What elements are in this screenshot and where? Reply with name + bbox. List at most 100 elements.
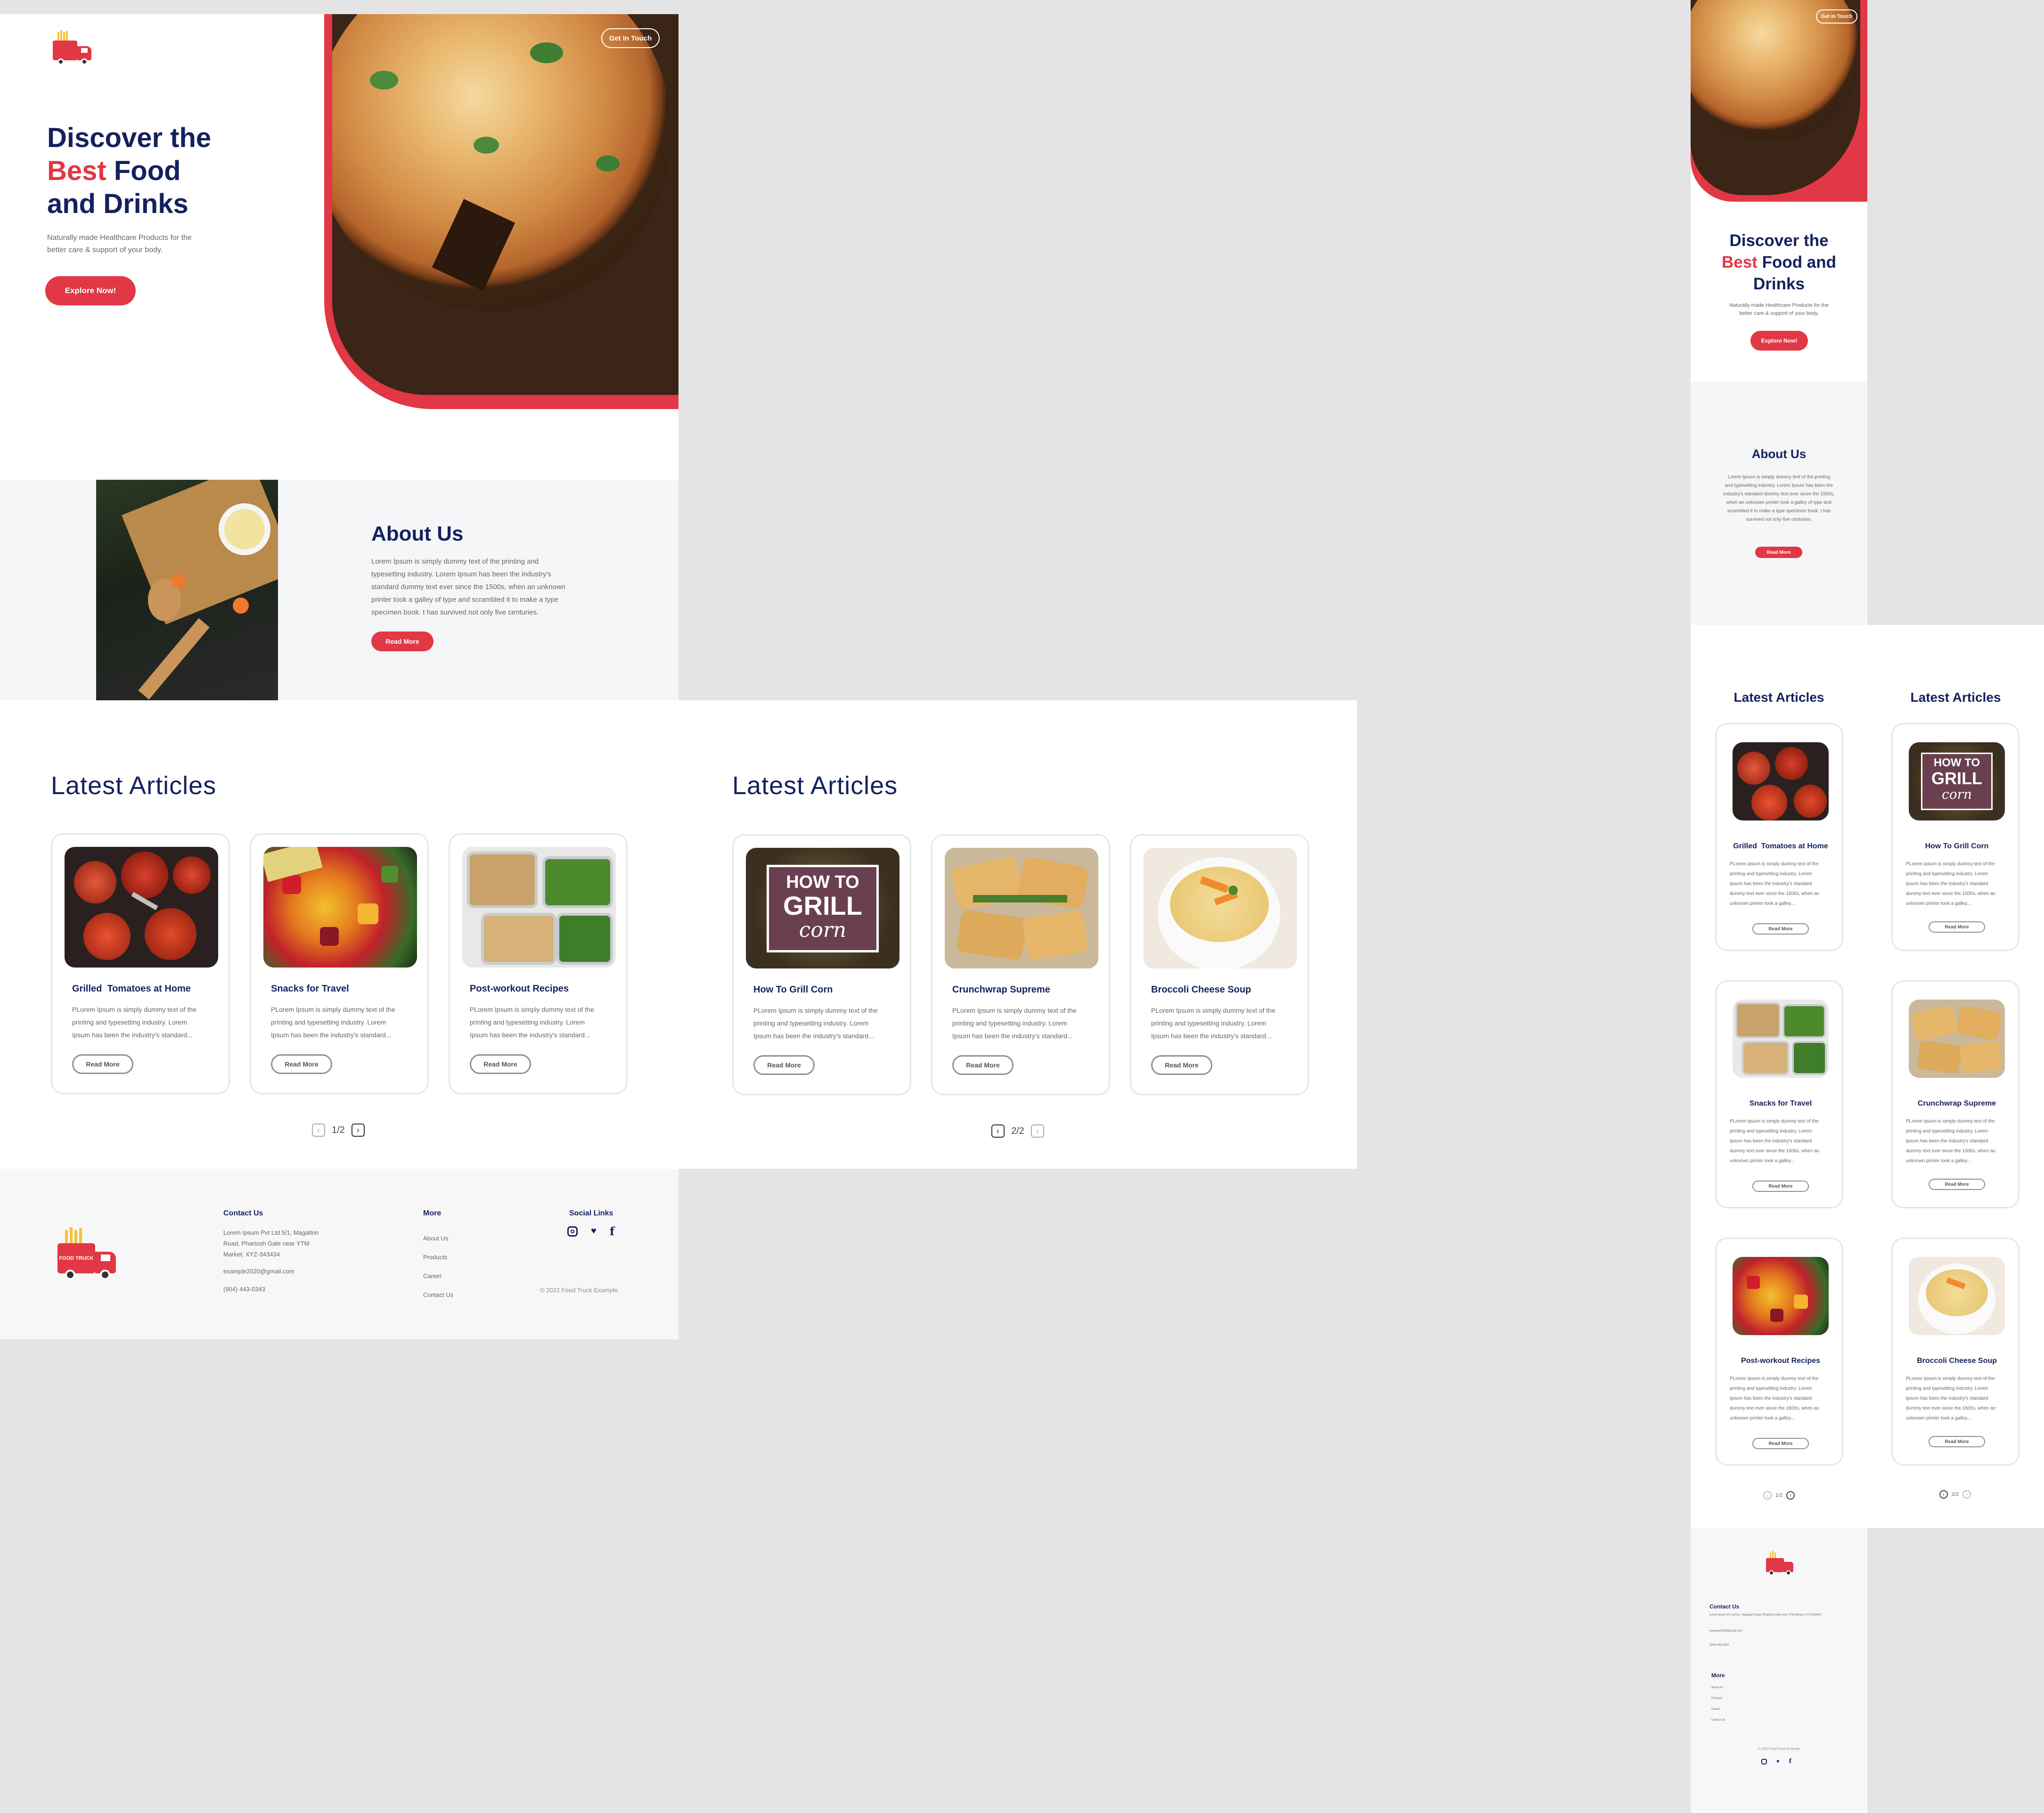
- mobile-page-indicator: 1/2: [1775, 1493, 1783, 1498]
- article-read-more-button[interactable]: Read More: [470, 1054, 531, 1074]
- article-read-more-button[interactable]: Read More: [952, 1055, 1014, 1075]
- article-title: Broccoli Cheese Soup: [1151, 984, 1251, 995]
- article-excerpt: PLorem Ipsum is simply dummy text of the…: [952, 1007, 1077, 1040]
- mobile-article-title: Grilled Tomatoes at Home: [1733, 842, 1828, 850]
- mobile-footer-copyright: © 2022 Food Truck Example: [1758, 1747, 1800, 1751]
- mobile-read-more-button[interactable]: Read More: [1929, 1179, 1985, 1190]
- instagram-icon[interactable]: [1761, 1758, 1767, 1764]
- mobile-article-card[interactable]: HOW TO GRILL corn How To Grill Corn PLor…: [1891, 723, 2019, 951]
- pagination-page1: ‹ 1/2 ›: [312, 1123, 365, 1138]
- twitter-icon[interactable]: ♥: [591, 1226, 597, 1237]
- mobile-get-in-touch-button[interactable]: Get In Touch: [1816, 9, 1857, 24]
- mobile-read-more-button[interactable]: Read More: [1752, 1438, 1809, 1449]
- mobile-read-more-button[interactable]: Read More: [1752, 923, 1809, 935]
- mobile-footer-contact-title: Contact Us: [1709, 1603, 1740, 1610]
- article-title: Snacks for Travel: [271, 984, 349, 994]
- about-title: About Us: [371, 522, 464, 545]
- chevron-right-icon[interactable]: ›: [1962, 1490, 1971, 1499]
- desktop-hero-section: Get In Touch Discover the Best Food and …: [0, 14, 679, 480]
- chevron-left-icon[interactable]: ‹: [1763, 1491, 1772, 1500]
- explore-now-button[interactable]: Explore Now!: [45, 276, 136, 305]
- mobile-hero-subtitle: Naturally made Healthcare Products for t…: [1729, 303, 1829, 316]
- mobile-article-image-grilled-tomatoes: [1733, 742, 1829, 820]
- chevron-left-icon[interactable]: ‹: [991, 1124, 1005, 1138]
- grill-corn-line3: corn: [799, 918, 847, 942]
- chevron-right-icon[interactable]: ›: [1030, 1124, 1044, 1138]
- chevron-right-icon[interactable]: ›: [351, 1124, 365, 1137]
- mobile-article-card[interactable]: Broccoli Cheese Soup PLorem Ipsum is sim…: [1891, 1238, 2019, 1466]
- mobile-footer-phone[interactable]: (904) 443-0343: [1709, 1644, 1729, 1647]
- article-excerpt: PLorem Ipsum is simply dummy text of the…: [271, 1006, 395, 1039]
- mobile-read-more-button[interactable]: Read More: [1752, 1181, 1809, 1192]
- mobile-article-title: How To Grill Corn: [1925, 842, 1989, 850]
- article-card[interactable]: Broccoli Cheese Soup PLorem Ipsum is sim…: [1130, 834, 1309, 1095]
- desktop-footer: FOOD TRUCK Contact Us Lorem Ipsum Pvt Lt…: [0, 1169, 679, 1339]
- footer-link-contact[interactable]: Contact Us: [423, 1286, 453, 1304]
- footer-email[interactable]: example2020@gmail.com: [223, 1268, 294, 1275]
- mobile-article-image-meal-prep: [1733, 1000, 1829, 1078]
- mobile-footer-logo[interactable]: [1765, 1551, 1795, 1578]
- footer-address: Lorem Ipsum Pvt Ltd 5/1, Magalton Road, …: [223, 1229, 319, 1258]
- about-body: Lorem Ipsum is simply dummy text of the …: [371, 558, 565, 616]
- desktop-articles-section: Latest Articles Grilled Tomatoes at Home…: [0, 700, 1357, 1169]
- twitter-icon[interactable]: ♥: [1776, 1759, 1780, 1764]
- mobile-article-image-crunchwrap: [1909, 1000, 2005, 1078]
- mobile-article-excerpt: PLorem Ipsum is simply dummy text of the…: [1730, 861, 1820, 906]
- footer-social-title: Social Links: [569, 1209, 613, 1217]
- chevron-left-icon[interactable]: ‹: [1939, 1490, 1948, 1499]
- mobile-article-card[interactable]: Post-workout Recipes PLorem Ipsum is sim…: [1715, 1238, 1843, 1466]
- mobile-articles-title-col2: Latest Articles: [1910, 690, 2001, 705]
- mobile-article-title: Crunchwrap Supreme: [1917, 1099, 1996, 1107]
- article-image-crunchwrap: [945, 848, 1098, 968]
- footer-copyright: © 2022 Food Truck Example: [540, 1287, 618, 1294]
- mobile-explore-now-button[interactable]: Explore Now!: [1750, 331, 1808, 351]
- hero-subtitle: Naturally made Healthcare Products for t…: [47, 234, 192, 254]
- mobile-read-more-button[interactable]: Read More: [1929, 921, 1985, 933]
- article-card[interactable]: HOW TO GRILL corn How To Grill Corn PLor…: [732, 834, 911, 1095]
- article-title: How To Grill Corn: [753, 984, 833, 995]
- about-spices-image: [96, 480, 278, 700]
- article-read-more-button[interactable]: Read More: [753, 1055, 815, 1075]
- article-card[interactable]: Crunchwrap Supreme PLorem Ipsum is simpl…: [931, 834, 1110, 1095]
- footer-contact-title: Contact Us: [223, 1209, 263, 1217]
- brand-logo[interactable]: [51, 30, 94, 66]
- chevron-left-icon[interactable]: ‹: [312, 1124, 325, 1137]
- get-in-touch-button[interactable]: Get In Touch: [601, 28, 660, 48]
- footer-social-icons: ♥ f: [567, 1224, 614, 1238]
- mobile-about-title: About Us: [1751, 447, 1807, 461]
- page-indicator: 1/2: [332, 1124, 345, 1135]
- facebook-icon[interactable]: f: [1789, 1758, 1792, 1765]
- article-read-more-button[interactable]: Read More: [1151, 1055, 1212, 1075]
- mobile-read-more-button[interactable]: Read More: [1929, 1436, 1985, 1447]
- mobile-footer-address: Lorem Ipsum Pvt Ltd 5/1, Magalton Road, …: [1709, 1614, 1821, 1616]
- hero-title-line1: Discover the: [47, 123, 212, 153]
- footer-link-products[interactable]: Products: [423, 1248, 453, 1267]
- desktop-about-section: About Us Lorem Ipsum is simply dummy tex…: [0, 480, 679, 700]
- article-title: Post-workout Recipes: [470, 984, 569, 994]
- mobile-article-card[interactable]: Snacks for Travel PLorem Ipsum is simply…: [1715, 980, 1843, 1208]
- article-read-more-button[interactable]: Read More: [72, 1054, 133, 1074]
- mobile-hero-section: Get In Touch Discover the Best Food and …: [1691, 0, 1867, 382]
- footer-link-about[interactable]: About Us: [423, 1229, 453, 1248]
- footer-logo[interactable]: FOOD TRUCK: [56, 1227, 118, 1283]
- footer-phone[interactable]: (904) 443-0343: [223, 1286, 265, 1293]
- mobile-article-card[interactable]: Grilled Tomatoes at Home PLorem Ipsum is…: [1715, 723, 1843, 951]
- mobile-article-excerpt: PLorem Ipsum is simply dummy text of the…: [1730, 1119, 1820, 1164]
- mobile-article-title: Snacks for Travel: [1749, 1099, 1812, 1107]
- mobile-article-card[interactable]: Crunchwrap Supreme PLorem Ipsum is simpl…: [1891, 980, 2019, 1208]
- mobile-about-read-more-button[interactable]: Read More: [1755, 547, 1802, 558]
- footer-link-career[interactable]: Career: [423, 1267, 453, 1286]
- article-read-more-button[interactable]: Read More: [271, 1054, 332, 1074]
- chevron-right-icon[interactable]: ›: [1786, 1491, 1795, 1500]
- article-title: Crunchwrap Supreme: [952, 984, 1050, 995]
- about-read-more-button[interactable]: Read More: [371, 632, 433, 651]
- facebook-icon[interactable]: f: [610, 1224, 614, 1238]
- pagination-page2: ‹ 2/2 ›: [991, 1124, 1044, 1139]
- article-card[interactable]: Snacks for Travel PLorem Ipsum is simply…: [250, 833, 429, 1094]
- article-card[interactable]: Post-workout Recipes PLorem Ipsum is sim…: [449, 833, 628, 1094]
- article-card[interactable]: Grilled Tomatoes at Home PLorem Ipsum is…: [51, 833, 230, 1094]
- article-title: Grilled Tomatoes at Home: [72, 984, 191, 994]
- mobile-footer-email[interactable]: example2020@gmail.com: [1709, 1630, 1742, 1633]
- instagram-icon[interactable]: [567, 1226, 578, 1237]
- mobile-pagination-col2: ‹ 2/2 ›: [1939, 1490, 1971, 1499]
